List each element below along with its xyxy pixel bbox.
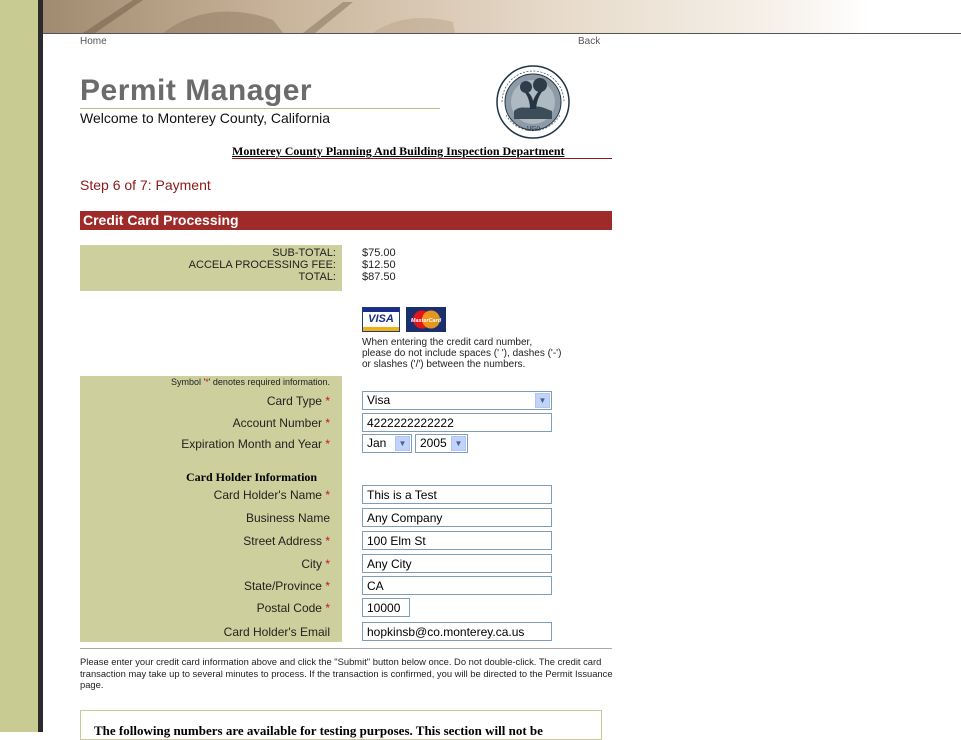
back-link[interactable]: Back <box>578 36 600 47</box>
email-input[interactable] <box>362 622 552 641</box>
card-type-select[interactable]: Visa ▼ <box>362 391 552 410</box>
email-label: Card Holder's Email <box>223 625 330 639</box>
mastercard-logo-text: MasterCard <box>411 318 442 324</box>
left-rail <box>0 0 38 732</box>
required-legend: Symbol '*' denotes required information. <box>170 377 330 387</box>
chevron-down-icon: ▼ <box>395 436 410 451</box>
banner-rule <box>43 33 961 34</box>
seal-year: 1850 <box>526 125 541 133</box>
business-name-label: Business Name <box>245 511 330 525</box>
chevron-down-icon: ▼ <box>451 436 466 451</box>
subtotal-label: SUB-TOTAL: <box>272 247 336 259</box>
note-line: or slashes ('/') between the numbers. <box>362 359 526 370</box>
testing-note: The following numbers are available for … <box>94 723 543 738</box>
total-value: $87.50 <box>362 271 396 283</box>
welcome-text: Welcome to Monterey County, California <box>80 110 331 126</box>
card-holder-heading: Card Holder Information <box>186 470 318 484</box>
expiration-month-select[interactable]: Jan ▼ <box>362 434 412 453</box>
department-rule <box>232 158 612 159</box>
state-input[interactable] <box>362 576 552 595</box>
subtotal-value: $75.00 <box>362 247 396 259</box>
form-divider <box>80 648 612 649</box>
banner-artwork <box>83 0 455 33</box>
street-address-label: Street Address * <box>243 534 330 548</box>
note-line: When entering the credit card number, <box>362 337 533 348</box>
visa-card-icon: VISA <box>362 307 400 332</box>
home-link[interactable]: Home <box>80 36 107 47</box>
step-indicator: Step 6 of 7: Payment <box>80 177 211 193</box>
submit-instructions: Please enter your credit card informatio… <box>80 656 613 690</box>
holder-name-input[interactable] <box>362 485 552 504</box>
postal-code-label: Postal Code * <box>256 601 330 615</box>
card-entry-note: When entering the credit card number, pl… <box>362 337 561 370</box>
expiration-label: Expiration Month and Year * <box>181 437 330 451</box>
processing-fee-value: $12.50 <box>362 259 396 271</box>
expiration-year-select[interactable]: 2005 ▼ <box>415 434 468 453</box>
state-label: State/Province * <box>243 579 330 593</box>
chevron-down-icon: ▼ <box>535 393 550 408</box>
left-rule <box>38 0 43 732</box>
note-line: please do not include spaces (' '), dash… <box>362 348 562 359</box>
processing-fee-label: ACCELA PROCESSING FEE: <box>188 259 336 271</box>
county-seal-icon: 1850 <box>496 65 570 139</box>
department-heading: Monterey County Planning And Building In… <box>232 144 565 158</box>
city-input[interactable] <box>362 554 552 573</box>
title-underline <box>80 108 440 109</box>
account-number-label: Account Number * <box>232 416 330 430</box>
postal-code-input[interactable] <box>362 598 410 617</box>
page-title: Permit Manager <box>80 74 313 107</box>
street-address-input[interactable] <box>362 531 552 550</box>
section-header: Credit Card Processing <box>80 211 612 230</box>
header-banner <box>43 0 961 33</box>
total-label: TOTAL: <box>298 271 337 283</box>
city-label: City * <box>301 557 330 571</box>
card-type-label: Card Type * <box>266 394 330 408</box>
account-number-input[interactable] <box>362 413 552 432</box>
totals-panel: SUB-TOTAL: ACCELA PROCESSING FEE: TOTAL: <box>80 245 342 291</box>
business-name-input[interactable] <box>362 508 552 527</box>
holder-name-label: Card Holder's Name * <box>213 488 330 502</box>
mastercard-card-icon: MasterCard <box>406 307 446 332</box>
